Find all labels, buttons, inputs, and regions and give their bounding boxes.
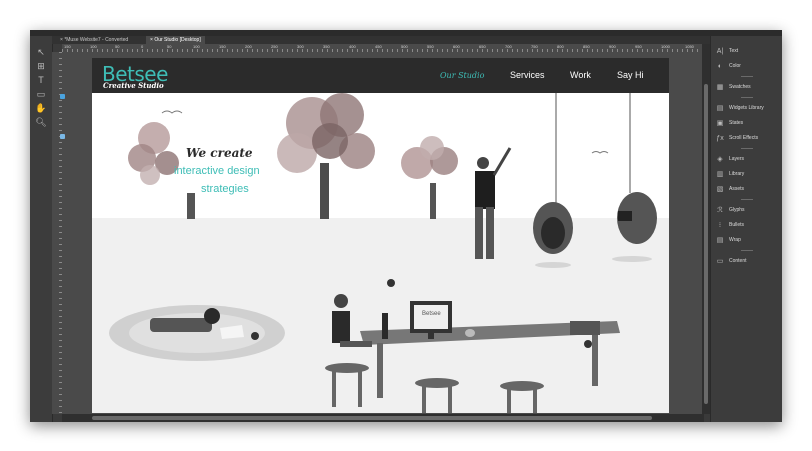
horizontal-ruler[interactable]: 150 100 50 0 50 100 150 200 250 300 350 … [62, 44, 702, 52]
muse-app-window: ↖ ⊞ T ▭ ✋ 🔍︎ × *Muse Website7 - Converte… [30, 30, 782, 422]
panel-divider [741, 148, 753, 149]
scroll-effects-icon: ƒx [716, 134, 724, 142]
header-marker-handle[interactable] [60, 94, 65, 99]
hero-heading: We create [186, 146, 253, 160]
wrap-icon: ▤ [716, 236, 724, 244]
states-icon: ▣ [716, 119, 724, 127]
site-tagline: Creative Studio [103, 81, 164, 90]
hotspot-icon[interactable] [584, 340, 592, 348]
panel-widgets-library[interactable]: ▤ Widgets Library [715, 103, 764, 113]
panel-swatches[interactable]: ▦ Swatches [715, 82, 751, 92]
page-preview[interactable]: Betsee Creative Studio Our Studio Servic… [92, 58, 669, 413]
vertical-scrollbar[interactable] [702, 44, 710, 414]
text-tool-icon[interactable]: T [34, 74, 48, 86]
color-icon: ◐ [717, 62, 723, 70]
panel-divider [741, 97, 753, 98]
hand-tool-icon[interactable]: ✋ [34, 102, 48, 114]
text-icon: A| [716, 47, 724, 55]
hero-subheading-line-1: interactive design [174, 165, 260, 177]
panel-states[interactable]: ▣ States [715, 118, 744, 128]
panel-wrap[interactable]: ▤ Wrap [715, 235, 741, 245]
library-icon: ▥ [716, 170, 724, 178]
hotspot-icon[interactable] [387, 279, 395, 287]
panel-glyphs[interactable]: ℛ Glyphs [715, 205, 744, 215]
vertical-scroll-thumb[interactable] [704, 84, 708, 404]
layers-icon: ◈ [717, 155, 723, 163]
widgets-library-icon: ▤ [716, 104, 724, 112]
bullets-icon: ⁝ [718, 221, 722, 229]
panel-layers[interactable]: ◈ Layers [715, 154, 744, 164]
assets-icon: ▧ [716, 185, 724, 193]
panel-divider [741, 250, 753, 251]
nav-say-hi[interactable]: Say Hi [617, 70, 644, 80]
nav-our-studio[interactable]: Our Studio [440, 71, 484, 80]
panel-divider [741, 199, 753, 200]
panel-bullets[interactable]: ⁝ Bullets [715, 220, 744, 230]
swatches-icon: ▦ [716, 83, 724, 91]
panel-divider [741, 76, 753, 77]
crop-tool-icon[interactable]: ⊞ [34, 60, 48, 72]
glyphs-icon: ℛ [717, 206, 723, 214]
panel-text[interactable]: A| Text [715, 46, 738, 56]
nav-services[interactable]: Services [510, 70, 545, 80]
panel-content[interactable]: ▭ Content [715, 256, 747, 266]
selection-tool-icon[interactable]: ↖ [34, 46, 48, 58]
guide-marker-handle[interactable] [60, 134, 65, 139]
site-header: Betsee Creative Studio Our Studio Servic… [92, 58, 669, 93]
tools-panel: ↖ ⊞ T ▭ ✋ 🔍︎ [30, 36, 53, 422]
reading-girl [109, 305, 285, 361]
panel-assets[interactable]: ▧ Assets [715, 184, 744, 194]
zoom-tool-icon[interactable]: 🔍︎ [34, 116, 48, 128]
panels-sidebar: A| Text ◐ Color ▦ Swatches ▤ Widgets Library… [710, 36, 782, 422]
panel-library[interactable]: ▥ Library [715, 169, 745, 179]
monitor-screen-text: Betsee [422, 311, 441, 317]
hero-subheading-line-2: strategies [201, 183, 249, 195]
horizontal-scrollbar[interactable] [62, 414, 704, 422]
panel-color[interactable]: ◐ Color [715, 61, 741, 71]
panel-scroll-effects[interactable]: ƒx Scroll Effects [715, 133, 758, 143]
nav-work[interactable]: Work [570, 70, 591, 80]
document-tabs: × *Muse Website7 - Converted × Our Studi… [52, 36, 710, 44]
content-icon: ▭ [716, 257, 724, 265]
tab-muse-website[interactable]: × *Muse Website7 - Converted [56, 36, 132, 44]
vertical-ruler[interactable] [52, 52, 62, 414]
rectangle-tool-icon[interactable]: ▭ [34, 88, 48, 100]
tab-our-studio[interactable]: × Our Studio [Desktop] [146, 36, 205, 44]
hero-illustration [92, 93, 669, 413]
horizontal-scroll-thumb[interactable] [92, 416, 652, 420]
